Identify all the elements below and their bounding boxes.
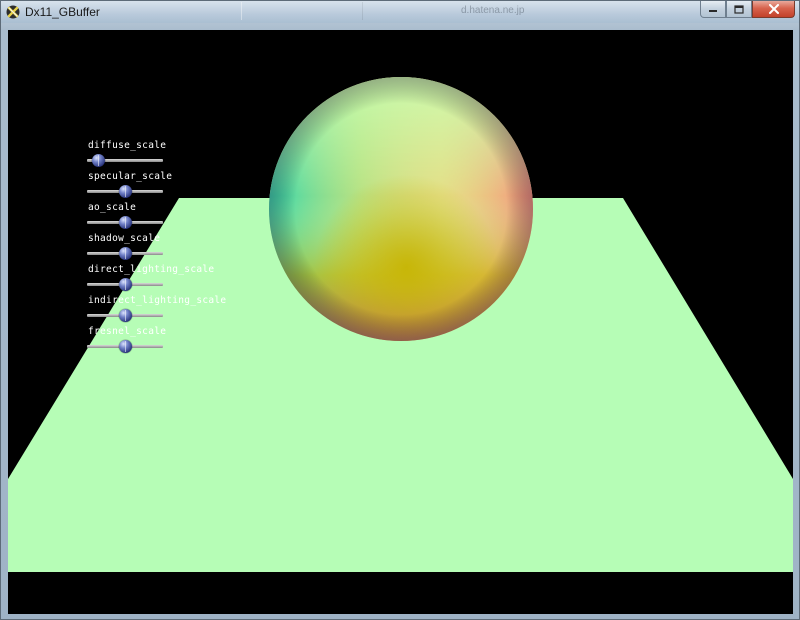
slider-label: direct_lighting_scale bbox=[88, 264, 215, 275]
slider-label: ao_scale bbox=[88, 202, 137, 213]
slider-direct-lighting-scale: direct_lighting_scale bbox=[87, 264, 217, 295]
minimize-button[interactable] bbox=[700, 1, 726, 18]
maximize-button[interactable] bbox=[726, 1, 752, 18]
slider-track[interactable] bbox=[87, 154, 163, 167]
slider-panel: diffuse_scale specular_scale ao_scaleshado… bbox=[87, 140, 226, 357]
slider-label: shadow_scale bbox=[88, 233, 161, 244]
slider-diffuse-scale: diffuse_scale bbox=[87, 140, 217, 171]
slider-track[interactable] bbox=[87, 185, 163, 198]
slider-label: fresnel_scale bbox=[88, 326, 167, 337]
slider-track[interactable] bbox=[87, 309, 163, 322]
slider-knob-handle[interactable] bbox=[119, 309, 132, 322]
slider-label: specular_scale bbox=[88, 171, 173, 182]
window-controls bbox=[700, 1, 795, 19]
app-window: Dx11_GBuffer d.hatena.ne.jp diffuse_scal… bbox=[0, 0, 800, 620]
slider-fresnel-scale: fresnel_scale bbox=[87, 326, 217, 357]
maximize-icon bbox=[734, 4, 744, 14]
slider-track[interactable] bbox=[87, 340, 163, 353]
slider-ao-scale: ao_scale bbox=[87, 202, 217, 233]
directx-x-icon[interactable] bbox=[6, 5, 20, 19]
close-icon bbox=[768, 4, 779, 14]
close-button[interactable] bbox=[752, 1, 795, 18]
render-viewport[interactable]: diffuse_scale specular_scale ao_scaleshado… bbox=[8, 30, 793, 614]
slider-indirect-lighting-scale: indirect_lighting_scale bbox=[87, 295, 226, 326]
sphere bbox=[269, 77, 533, 341]
slider-label: diffuse_scale bbox=[88, 140, 167, 151]
slider-shadow-scale: shadow_scale bbox=[87, 233, 217, 264]
slider-knob-handle[interactable] bbox=[119, 185, 132, 198]
background-tab-url: d.hatena.ne.jp bbox=[461, 5, 525, 16]
title-bar[interactable]: Dx11_GBuffer d.hatena.ne.jp bbox=[1, 1, 799, 23]
slider-label: indirect_lighting_scale bbox=[88, 295, 227, 306]
slider-track[interactable] bbox=[87, 247, 163, 260]
background-tab bbox=[241, 2, 363, 20]
slider-track[interactable] bbox=[87, 278, 163, 291]
slider-specular-scale: specular_scale bbox=[87, 171, 217, 202]
slider-knob-handle[interactable] bbox=[119, 216, 132, 229]
minimize-icon bbox=[709, 10, 717, 12]
slider-knob-handle[interactable] bbox=[92, 154, 106, 167]
slider-knob-handle[interactable] bbox=[119, 247, 132, 260]
slider-knob-handle[interactable] bbox=[119, 278, 132, 291]
slider-knob-handle[interactable] bbox=[119, 340, 132, 353]
window-title: Dx11_GBuffer bbox=[25, 5, 100, 19]
slider-track[interactable] bbox=[87, 216, 163, 229]
